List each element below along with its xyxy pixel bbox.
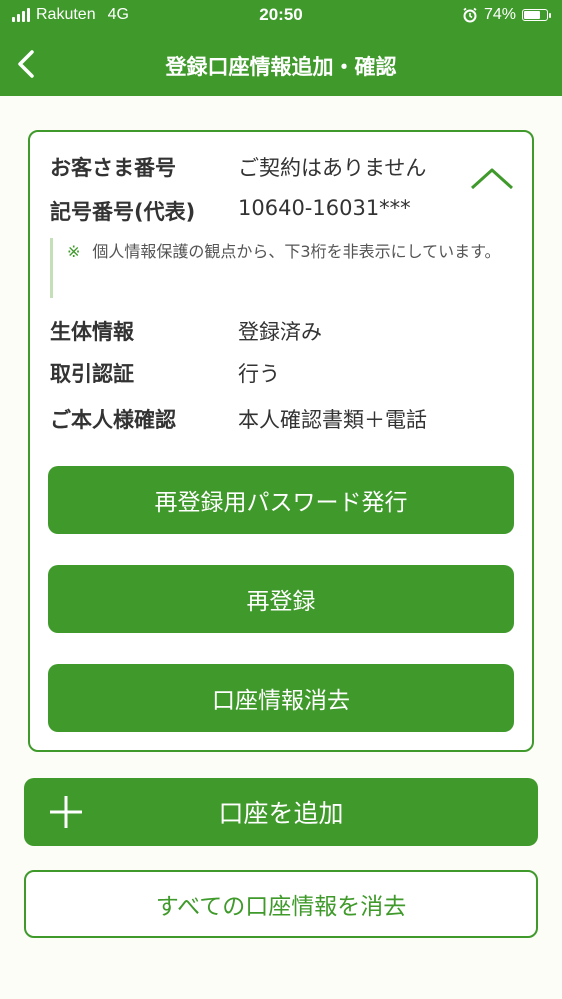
battery-icon — [522, 9, 551, 21]
account-card: お客さま番号 ご契約はありません 記号番号(代表) 10640-16031***… — [28, 130, 534, 752]
customer-number-value: ご契約はありません — [238, 156, 427, 180]
delete-all-button[interactable]: すべての口座情報を消去 — [24, 870, 538, 938]
page-title: 登録口座情報追加・確認 — [165, 55, 397, 79]
alarm-icon — [463, 7, 477, 23]
delete-account-info-button[interactable]: 口座情報消去 — [48, 664, 514, 732]
customer-number-label: お客さま番号 — [50, 156, 176, 180]
privacy-note: ※ 個人情報保護の観点から、下3桁を非表示にしています。 — [50, 238, 510, 298]
account-number-value: 10640-16031*** — [238, 196, 411, 220]
re-register-button[interactable]: 再登録 — [48, 565, 514, 633]
biometric-label: 生体情報 — [50, 320, 134, 344]
plus-icon — [50, 796, 82, 828]
transaction-auth-value: 行う — [238, 362, 280, 386]
battery-percent: 74% — [483, 6, 516, 23]
reissue-password-button[interactable]: 再登録用パスワード発行 — [48, 466, 514, 534]
identity-check-label: ご本人様確認 — [50, 408, 176, 432]
identity-check-value: 本人確認書類＋電話 — [238, 408, 427, 432]
biometric-value: 登録済み — [238, 320, 322, 344]
note-text: 個人情報保護の観点から、下3桁を非表示にしています。 — [92, 242, 501, 261]
add-account-button[interactable]: 口座を追加 — [24, 778, 538, 846]
account-number-label: 記号番号(代表) — [50, 200, 196, 224]
status-right: 74% — [462, 6, 551, 24]
chevron-up-icon[interactable] — [470, 164, 514, 192]
transaction-auth-label: 取引認証 — [50, 362, 134, 386]
add-account-label: 口座を追加 — [218, 799, 344, 828]
status-bar: Rakuten 4G 20:50 74% — [0, 0, 562, 34]
nav-bar: 登録口座情報追加・確認 — [0, 34, 562, 96]
note-mark: ※ — [67, 242, 81, 261]
